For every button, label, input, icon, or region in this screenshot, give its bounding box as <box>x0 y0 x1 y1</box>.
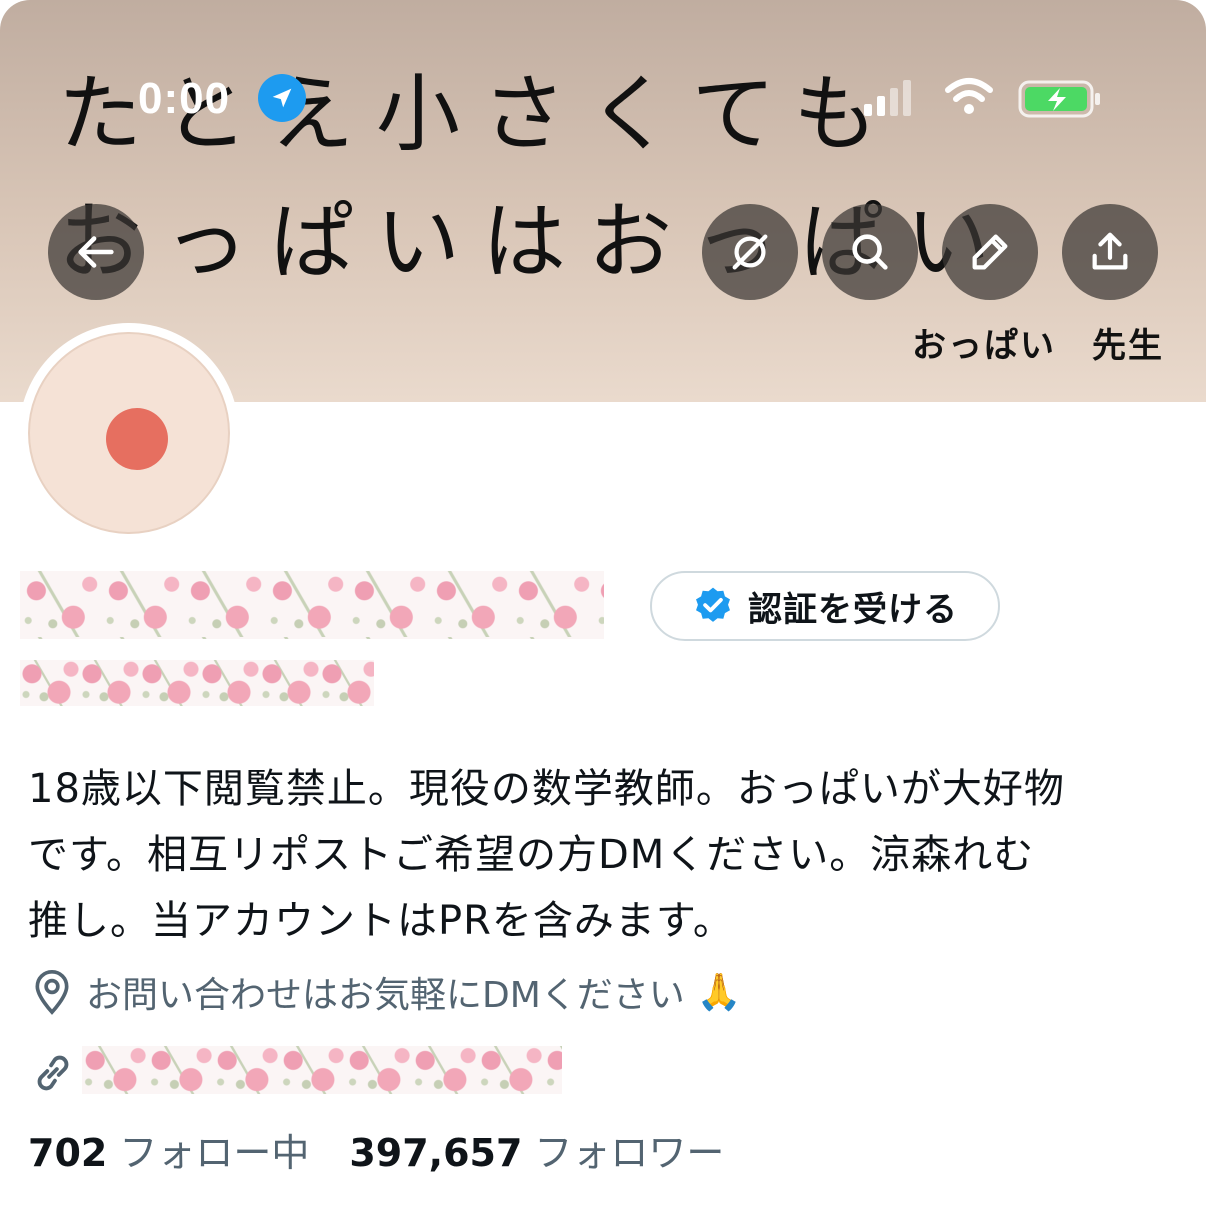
search-button[interactable] <box>822 204 918 300</box>
avatar-dot <box>106 408 168 470</box>
folded-hands-emoji: 🙏 <box>696 972 742 1013</box>
share-icon <box>1092 232 1128 270</box>
location-pin-icon <box>35 969 69 1015</box>
verified-badge-icon <box>696 587 730 622</box>
followers-count[interactable]: 397,657 <box>349 1131 522 1175</box>
banner-caption: おっぱい 先生 <box>912 326 1164 366</box>
get-verified-label: 認証を受ける <box>748 589 958 630</box>
grok-button[interactable] <box>702 204 798 300</box>
location-text: お問い合わせはお気軽にDMください <box>86 975 685 1016</box>
pencil-icon <box>972 234 1008 270</box>
avatar[interactable] <box>19 323 239 543</box>
following-label[interactable]: フォロー中 <box>119 1122 309 1177</box>
search-icon <box>852 234 888 270</box>
status-time: 0:00 <box>138 74 231 123</box>
display-name-obscured <box>20 571 604 639</box>
wifi-icon <box>945 78 993 114</box>
grok-icon <box>732 234 768 270</box>
link-icon <box>37 1055 69 1091</box>
bio-line: 推し。当アカウントはPRを含みます。 <box>28 898 734 944</box>
username-obscured <box>20 660 374 706</box>
profile-link-obscured[interactable] <box>82 1046 562 1094</box>
back-button[interactable] <box>48 204 144 300</box>
battery-charging-icon <box>1018 80 1100 118</box>
profile-bio: 18歳以下閲覧禁止。現役の数学教師。おっぱいが大好物 です。相互リポストご希望の… <box>28 756 1178 954</box>
location-arrow-icon <box>258 74 306 122</box>
edit-profile-button[interactable] <box>942 204 1038 300</box>
avatar-image <box>28 332 230 534</box>
get-verified-button[interactable]: 認証を受ける <box>650 571 1000 641</box>
profile-location: お問い合わせはお気軽にDMください 🙏 <box>30 966 742 1018</box>
bio-line: 18歳以下閲覧禁止。現役の数学教師。おっぱいが大好物 <box>28 766 1065 812</box>
followers-label[interactable]: フォロワー <box>534 1122 724 1177</box>
follow-stats: 702 フォロー中 397,657 フォロワー <box>28 1122 764 1177</box>
arrow-left-icon <box>78 236 114 268</box>
cellular-signal-icon <box>864 80 911 116</box>
bio-line: です。相互リポストご希望の方DMください。涼森れむ <box>28 832 1035 878</box>
share-button[interactable] <box>1062 204 1158 300</box>
following-count[interactable]: 702 <box>28 1131 107 1175</box>
